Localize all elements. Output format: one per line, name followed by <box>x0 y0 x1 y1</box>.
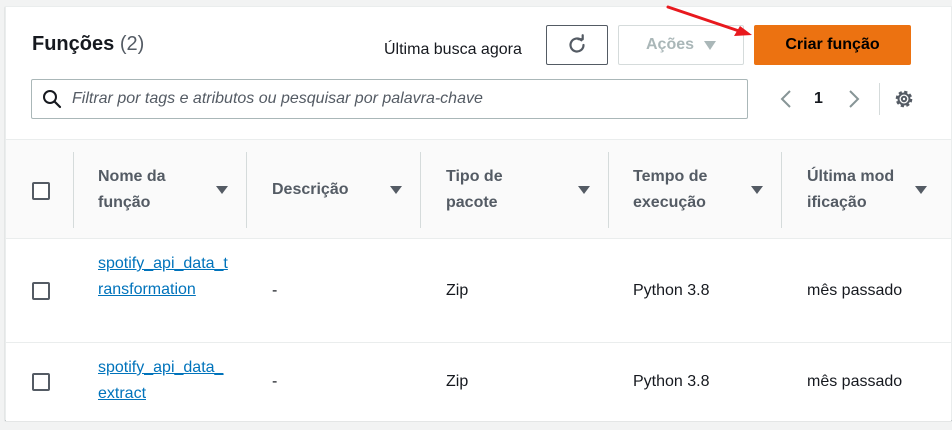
column-separator <box>246 152 247 228</box>
sort-caret-icon[interactable] <box>578 186 590 194</box>
chevron-right-icon <box>849 90 860 108</box>
column-separator <box>781 152 782 228</box>
column-header-description[interactable]: Descrição <box>272 140 412 240</box>
function-count: (2) <box>119 33 145 55</box>
actions-dropdown-button[interactable]: Ações <box>618 25 744 65</box>
column-label: Última modificação <box>807 168 895 211</box>
previous-page-button[interactable] <box>776 87 796 111</box>
table-settings-button[interactable] <box>892 87 916 111</box>
sort-caret-icon[interactable] <box>216 186 228 194</box>
column-separator <box>608 152 609 228</box>
sort-caret-icon[interactable] <box>915 186 927 194</box>
column-header-last-modified[interactable]: Última modificação <box>807 140 937 240</box>
package-type-cell: Zip <box>446 282 469 299</box>
column-label: Tempo de execução <box>633 168 708 211</box>
column-header-package-type[interactable]: Tipo de pacote <box>446 140 596 240</box>
function-name-link[interactable]: spotify_api_data_transformation <box>98 251 228 303</box>
last-fetch-status: Última busca agora <box>384 41 522 58</box>
row-checkbox[interactable] <box>32 373 50 391</box>
current-page-number[interactable]: 1 <box>814 90 823 108</box>
chevron-left-icon <box>780 90 791 108</box>
description-cell: - <box>272 282 278 299</box>
pager-divider <box>879 83 880 115</box>
row-checkbox[interactable] <box>32 282 50 300</box>
column-header-runtime[interactable]: Tempo de execução <box>633 140 773 240</box>
last-modified-cell: mês passado <box>807 282 903 299</box>
caret-down-icon <box>704 40 717 50</box>
create-function-button[interactable]: Criar função <box>754 25 911 65</box>
functions-table: Nome da função Descrição Tipo de pacote … <box>6 139 951 421</box>
refresh-icon <box>569 34 585 53</box>
column-label: Descrição <box>272 181 349 198</box>
runtime-cell: Python 3.8 <box>633 282 710 299</box>
search-bar <box>31 79 748 119</box>
column-separator <box>73 152 74 228</box>
table-row: spotify_api_data_extract - Zip Python 3.… <box>6 343 951 421</box>
refresh-button[interactable] <box>546 25 608 65</box>
column-label: Tipo de pacote <box>446 168 503 211</box>
select-all-checkbox[interactable] <box>32 182 50 200</box>
sort-caret-icon[interactable] <box>751 186 763 194</box>
runtime-cell: Python 3.8 <box>633 373 710 390</box>
search-input[interactable] <box>72 90 732 108</box>
description-cell: - <box>272 373 278 390</box>
table-row: spotify_api_data_transformation - Zip Py… <box>6 239 951 343</box>
functions-panel: Funções (2) Última busca agora Ações Cri… <box>5 6 952 421</box>
title-text: Funções <box>32 33 115 55</box>
table-header: Nome da função Descrição Tipo de pacote … <box>6 139 951 239</box>
gear-icon <box>895 90 913 108</box>
package-type-cell: Zip <box>446 373 469 390</box>
column-label: Nome da função <box>98 168 166 211</box>
actions-label: Ações <box>645 36 695 53</box>
page-title: Funções (2) <box>32 33 144 56</box>
column-header-name[interactable]: Nome da função <box>98 140 238 240</box>
column-separator <box>420 152 421 228</box>
sort-caret-icon[interactable] <box>390 186 402 194</box>
search-icon <box>32 89 72 109</box>
function-name-link[interactable]: spotify_api_data_extract <box>98 355 228 407</box>
next-page-button[interactable] <box>844 87 864 111</box>
last-modified-cell: mês passado <box>807 373 903 390</box>
